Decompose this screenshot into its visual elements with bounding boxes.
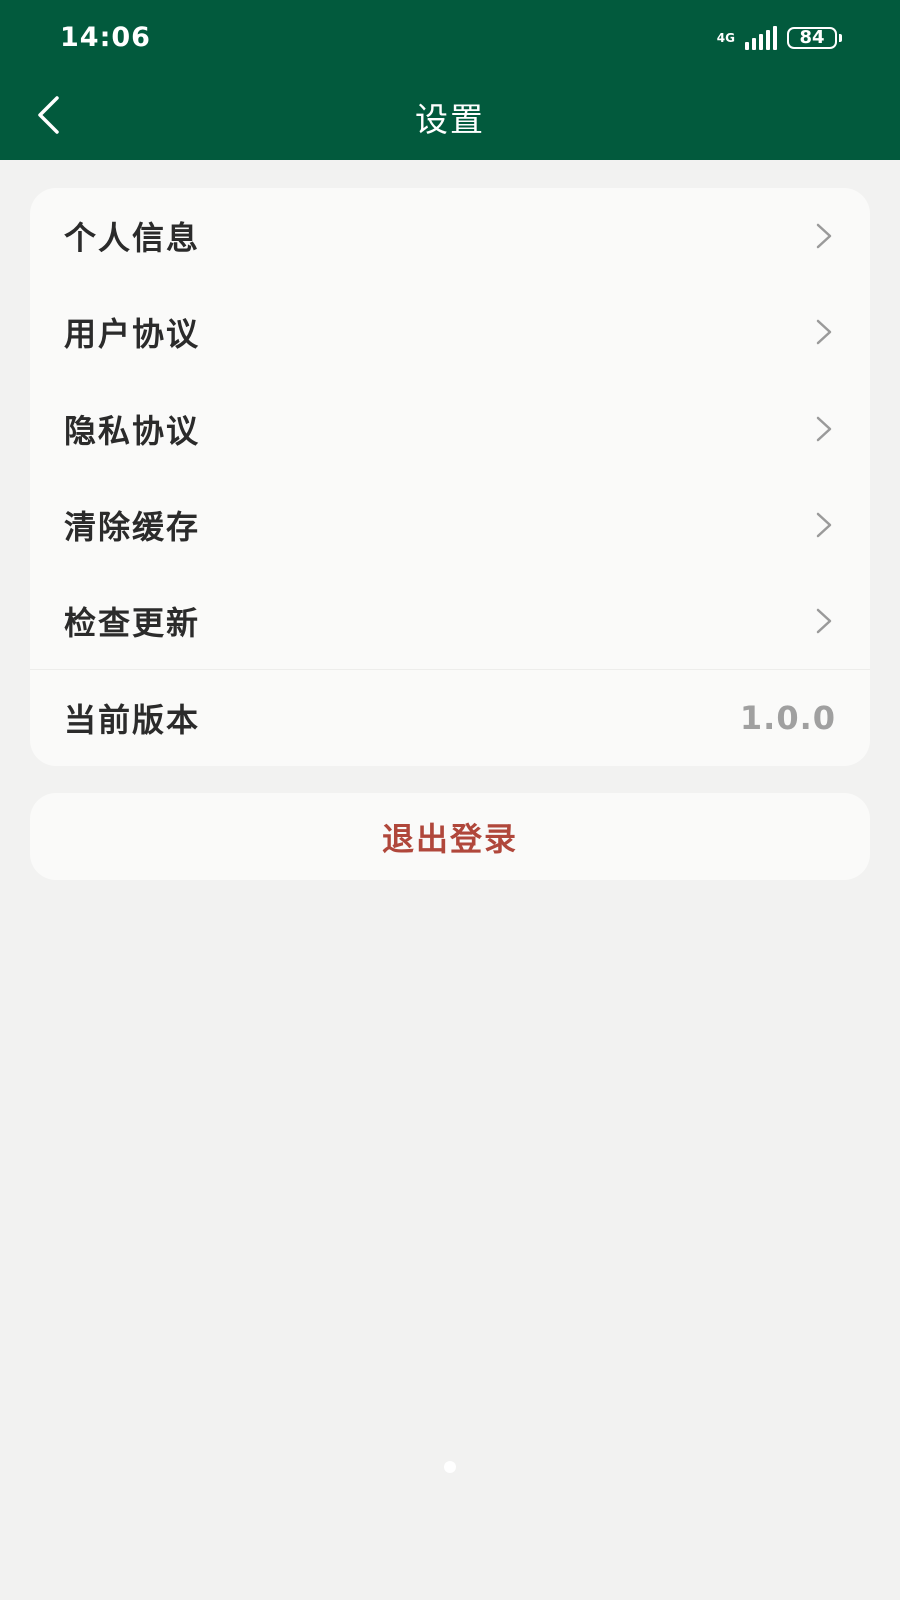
menu-item-label: 隐私协议 bbox=[64, 411, 201, 450]
logout-button[interactable]: 退出登录 bbox=[30, 793, 870, 880]
signal-icon bbox=[745, 26, 777, 50]
chevron-right-icon bbox=[814, 415, 834, 443]
battery-icon: 84 bbox=[787, 27, 842, 49]
menu-item-label: 个人信息 bbox=[64, 219, 201, 258]
chevron-right-icon bbox=[814, 318, 834, 346]
chevron-right-icon bbox=[814, 511, 834, 539]
status-indicators: 4G 84 bbox=[717, 26, 842, 50]
menu-item-privacy-agreement[interactable]: 隐私协议 bbox=[30, 381, 870, 477]
chevron-right-icon bbox=[814, 607, 834, 635]
status-time: 14:06 bbox=[60, 22, 151, 53]
network-type: 4G bbox=[716, 31, 735, 45]
settings-menu: 个人信息 用户协议 隐私协议 清除缓存 检查更新 当前版本 1.0.0 bbox=[30, 188, 870, 766]
home-indicator bbox=[444, 1461, 456, 1473]
menu-item-current-version: 当前版本 1.0.0 bbox=[30, 669, 870, 765]
chevron-right-icon bbox=[814, 222, 834, 250]
menu-item-label: 当前版本 bbox=[64, 701, 201, 740]
menu-item-personal-info[interactable]: 个人信息 bbox=[30, 188, 870, 284]
menu-item-label: 清除缓存 bbox=[64, 508, 201, 547]
menu-item-check-update[interactable]: 检查更新 bbox=[30, 573, 870, 669]
logout-label: 退出登录 bbox=[381, 819, 518, 858]
menu-item-label: 用户协议 bbox=[64, 315, 201, 354]
menu-item-label: 检查更新 bbox=[64, 604, 201, 643]
menu-item-clear-cache[interactable]: 清除缓存 bbox=[30, 477, 870, 573]
menu-item-user-agreement[interactable]: 用户协议 bbox=[30, 284, 870, 380]
version-value: 1.0.0 bbox=[739, 699, 836, 738]
page-title: 设置 bbox=[415, 100, 485, 139]
battery-level: 84 bbox=[787, 27, 837, 49]
top-bar: 14:06 4G 84 设置 bbox=[0, 0, 900, 160]
